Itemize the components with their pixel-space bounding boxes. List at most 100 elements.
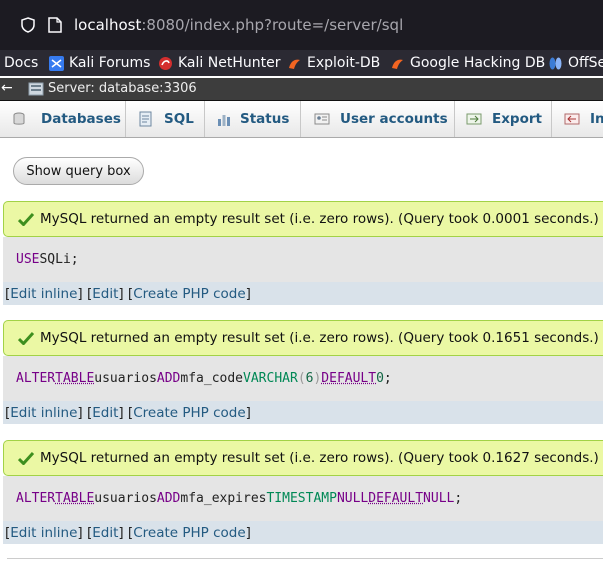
bookmark-label: Exploit-DB: [307, 55, 381, 71]
google-hacking-db-icon: [392, 59, 403, 69]
create-php-code-link[interactable]: Create PHP code: [133, 405, 245, 421]
collapse-arrow-icon[interactable]: ←: [1, 80, 13, 96]
bookmark-kali-forums[interactable]: Kali Forums: [49, 53, 150, 73]
sql-token: 6: [305, 371, 314, 386]
user-accounts-icon: [314, 113, 330, 125]
check-icon: [18, 212, 34, 226]
sql-token: ): [313, 371, 322, 386]
tab-label: SQL: [164, 111, 194, 127]
tab-label: Status: [240, 111, 290, 127]
query-actions: [ Edit inline ] [ Edit ] [ Create PHP co…: [3, 521, 603, 544]
sql-token: mfa_code: [180, 371, 244, 386]
tab-databases[interactable]: Databases: [0, 101, 126, 137]
server-label[interactable]: Server: database:3306: [48, 81, 197, 96]
bracket: ]: [245, 285, 251, 302]
tab-label: In: [590, 111, 603, 127]
tab-sql[interactable]: SQL: [126, 101, 205, 137]
sql-query-display: ALTER TABLE usuarios ADD mfa_expires TIM…: [3, 476, 603, 521]
bracket: ] [: [118, 285, 134, 302]
sql-query-display: USE SQLi;: [3, 237, 603, 282]
query-result-3: MySQL returned an empty result set (i.e.…: [3, 440, 603, 544]
sql-token: usuarios: [94, 371, 157, 386]
bookmark-offsec[interactable]: OffSe: [548, 53, 603, 73]
url-path: :8080/index.php?route=/server/sql: [141, 16, 404, 34]
success-message: MySQL returned an empty result set (i.e.…: [3, 201, 603, 237]
edit-link[interactable]: Edit: [92, 525, 118, 541]
sql-token: SQLi;: [39, 252, 79, 267]
sql-token: NULL: [423, 491, 455, 506]
edit-inline-link[interactable]: Edit inline: [10, 286, 77, 302]
url-host: localhost: [74, 16, 142, 34]
tab-export[interactable]: Export: [455, 101, 552, 137]
sql-token: NULL: [336, 491, 369, 506]
sql-icon: [139, 111, 152, 127]
query-actions: [ Edit inline ] [ Edit ] [ Create PHP co…: [3, 401, 603, 424]
divider: [7, 558, 603, 559]
bracket: ]: [245, 524, 251, 541]
sql-token: ALTER: [16, 371, 56, 386]
export-icon: [466, 113, 482, 125]
browser-url-bar[interactable]: localhost:8080/index.php?route=/server/s…: [0, 0, 603, 50]
success-text: MySQL returned an empty result set (i.e.…: [40, 211, 599, 227]
tab-user-accounts[interactable]: User accounts: [301, 101, 455, 137]
sql-token: ;: [454, 491, 463, 506]
success-message: MySQL returned an empty result set (i.e.…: [3, 320, 603, 356]
success-text: MySQL returned an empty result set (i.e.…: [40, 330, 599, 346]
edit-link[interactable]: Edit: [92, 286, 118, 302]
tab-label: Databases: [41, 111, 121, 127]
database-icon: [13, 112, 25, 125]
kali-nethunter-icon: [159, 56, 172, 70]
page-icon: [48, 17, 62, 33]
sql-token: (: [297, 371, 306, 386]
sql-token: ADD: [156, 491, 181, 506]
edit-inline-link[interactable]: Edit inline: [10, 405, 77, 421]
create-php-code-link[interactable]: Create PHP code: [133, 286, 245, 302]
tab-status[interactable]: Status: [205, 101, 301, 137]
bracket: ] [: [118, 524, 134, 541]
sql-token: ;: [383, 371, 392, 386]
sql-token: 0: [376, 371, 384, 386]
bookmark-kali-nethunter[interactable]: Kali NetHunter: [158, 53, 280, 73]
sql-token: TIMESTAMP: [266, 491, 337, 506]
bookmark-label: OffSe: [568, 55, 603, 71]
sql-token: ALTER: [16, 491, 56, 506]
success-text: MySQL returned an empty result set (i.e.…: [40, 450, 599, 466]
edit-inline-link[interactable]: Edit inline: [10, 525, 77, 541]
import-icon: [564, 113, 580, 125]
tab-label: Export: [492, 111, 542, 127]
sql-token: ADD: [156, 371, 181, 386]
query-result-1: MySQL returned an empty result set (i.e.…: [3, 201, 603, 305]
exploit-db-icon: [289, 59, 300, 69]
bookmark-label: Kali NetHunter: [178, 55, 281, 71]
sql-token: TABLE: [55, 371, 95, 386]
success-message: MySQL returned an empty result set (i.e.…: [3, 440, 603, 476]
bookmark-docs[interactable]: Docs: [4, 53, 38, 73]
bracket: ]: [245, 404, 251, 421]
url-text[interactable]: localhost:8080/index.php?route=/server/s…: [74, 16, 403, 34]
sql-token: VARCHAR: [243, 371, 298, 386]
sql-token: TABLE: [55, 491, 95, 506]
create-php-code-link[interactable]: Create PHP code: [133, 525, 245, 541]
show-query-box-button[interactable]: Show query box: [13, 157, 144, 185]
edit-link[interactable]: Edit: [92, 405, 118, 421]
sql-token: USE: [16, 252, 40, 267]
kali-forums-icon: [49, 55, 64, 71]
check-icon: [18, 331, 34, 345]
sql-token: usuarios: [94, 491, 157, 506]
query-actions: [ Edit inline ] [ Edit ] [ Create PHP co…: [3, 282, 603, 305]
server-breadcrumb: ← Server: database:3306: [0, 78, 603, 101]
bookmark-label: Kali Forums: [69, 55, 151, 71]
sql-token: DEFAULT: [368, 491, 424, 506]
bookmark-exploit-db[interactable]: Exploit-DB: [287, 53, 380, 73]
bookmark-google-hacking-db[interactable]: Google Hacking DB: [390, 53, 545, 73]
main-tabs: Databases SQL Status User accounts Expor…: [0, 101, 603, 138]
bookmarks-bar: Docs Kali Forums Kali NetHunter Exploit-…: [0, 50, 603, 76]
shield-icon[interactable]: [20, 17, 36, 33]
check-icon: [18, 451, 34, 465]
bracket: ] [: [77, 285, 93, 302]
tab-label: User accounts: [340, 111, 448, 127]
sql-token: DEFAULT: [321, 371, 377, 386]
bracket: ] [: [77, 524, 93, 541]
query-result-2: MySQL returned an empty result set (i.e.…: [3, 320, 603, 424]
tab-import[interactable]: In: [552, 101, 603, 137]
